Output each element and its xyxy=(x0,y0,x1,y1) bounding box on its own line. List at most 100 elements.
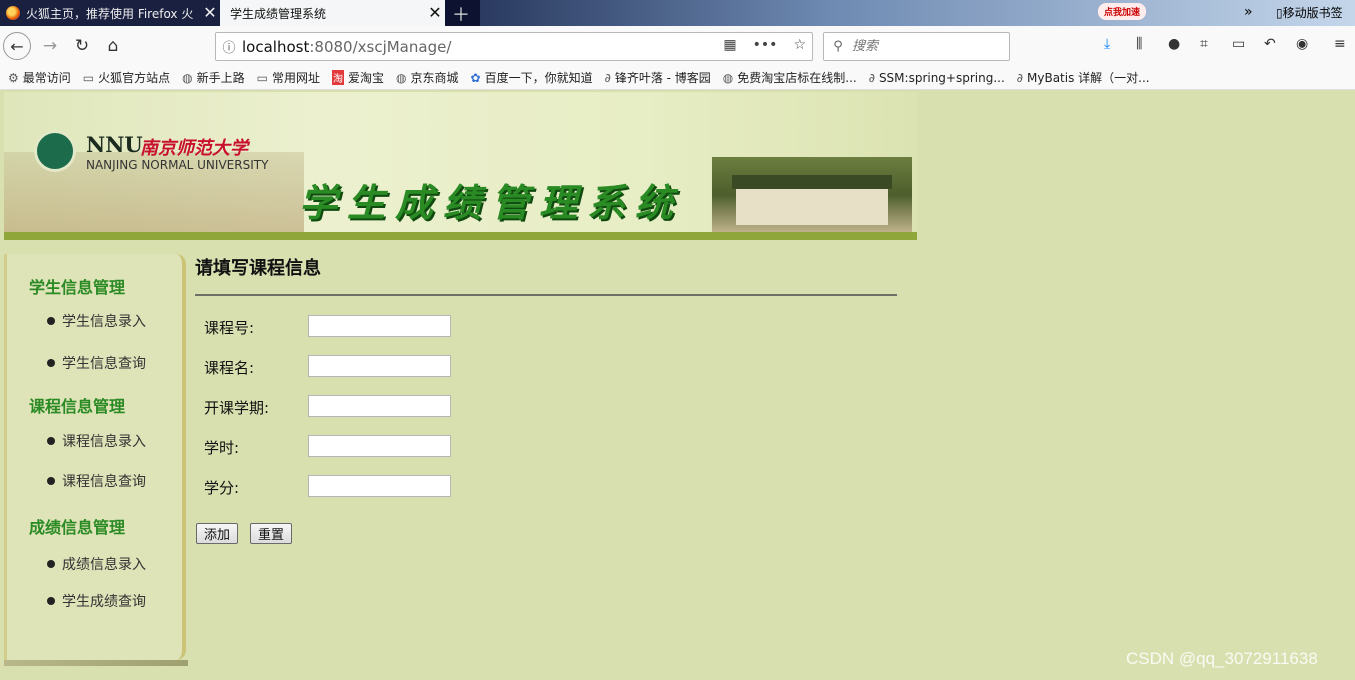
bookmark-item[interactable]: ∂ 锋齐叶落 - 博客园 xyxy=(605,69,711,86)
bookmark-label: 锋齐叶落 - 博客园 xyxy=(614,71,711,85)
download-icon[interactable]: ⤓ xyxy=(1104,36,1110,52)
course-name-input[interactable] xyxy=(308,355,451,377)
close-icon[interactable]: ✕ xyxy=(425,5,445,21)
building-roof xyxy=(732,175,892,189)
page-actions-icon[interactable]: ••• xyxy=(753,37,778,53)
tab-firefox-home[interactable]: 火狐主页，推荐使用 Firefox 火 ✕ xyxy=(0,0,220,26)
hours-input[interactable] xyxy=(308,435,451,457)
menu-icon[interactable]: ≡ xyxy=(1334,36,1346,52)
course-id-input[interactable] xyxy=(308,315,451,337)
bookmark-item[interactable]: 淘爱淘宝 xyxy=(332,69,384,86)
tab-active[interactable]: 学生成绩管理系统 ✕ xyxy=(220,0,445,26)
bookmark-item[interactable]: ⚙ 最常访问 xyxy=(8,69,71,86)
search-input[interactable] xyxy=(852,39,1002,54)
bookmark-label: SSM:spring+spring... xyxy=(878,70,1005,85)
globe-icon: ◍ xyxy=(722,70,734,85)
bookmark-label: 爱淘宝 xyxy=(348,71,385,85)
reload-button[interactable]: ↻ xyxy=(70,34,94,58)
bookmark-label: 常用网址 xyxy=(271,71,320,85)
sidebar-item-student-add[interactable]: 学生信息录入 xyxy=(47,311,146,331)
blog-icon: ∂ xyxy=(1016,70,1024,85)
sidebar-heading-course: 课程信息管理 xyxy=(29,397,126,416)
undo-icon[interactable]: ↶ xyxy=(1264,36,1276,52)
bookmark-star-icon[interactable]: ☆ xyxy=(793,37,806,53)
url-path: :8080/xscjManage/ xyxy=(309,37,452,56)
bookmark-item[interactable]: ▭ 火狐官方站点 xyxy=(83,69,170,86)
add-button[interactable]: 添加 xyxy=(196,523,239,544)
sidebar-item-label: 学生信息查询 xyxy=(62,356,146,372)
divider xyxy=(195,294,897,296)
course-form: 请填写课程信息 课程号: 课程名: 开课学期: 学时: 学分: 添加 重置 xyxy=(195,254,897,544)
reset-button[interactable]: 重置 xyxy=(250,523,293,544)
credits-input[interactable] xyxy=(308,475,451,497)
bookmark-item[interactable]: ◍ 新手上路 xyxy=(182,69,245,86)
search-bar[interactable]: ⚲ xyxy=(823,32,1010,61)
mobile-bookmarks-label: 移动版书签 xyxy=(1282,6,1343,20)
sidebar-item-course-add[interactable]: 课程信息录入 xyxy=(47,431,146,451)
blog-icon: ∂ xyxy=(868,70,875,85)
site-banner: NNU 南京师范大学 NANJING NORMAL UNIVERSITY 学生成… xyxy=(4,92,917,240)
university-seal-icon xyxy=(34,130,76,172)
navigation-bar: ← → ↻ ⌂ ⓘ localhost:8080/xscjManage/ ▦ •… xyxy=(0,26,1355,66)
bookmark-label: 火狐官方站点 xyxy=(98,71,171,85)
accelerator-badge[interactable]: 点我加速 xyxy=(1098,3,1147,20)
search-icon: ⚲ xyxy=(833,39,843,54)
library-icon[interactable]: ⫼ xyxy=(1136,36,1142,52)
taobao-icon: 淘 xyxy=(332,70,344,85)
logo-chinese: 南京师范大学 xyxy=(140,138,248,159)
watermark: CSDN @qq_3072911638 xyxy=(1126,649,1318,668)
bullet-icon xyxy=(47,437,55,445)
home-button[interactable]: ⌂ xyxy=(101,34,125,58)
close-icon[interactable]: ✕ xyxy=(200,5,220,21)
system-title: 学生成绩管理系统 xyxy=(299,180,684,225)
folder-icon: ▭ xyxy=(82,70,95,85)
mobile-bookmarks[interactable]: ▯移动版书签 xyxy=(1276,4,1343,21)
bullet-icon xyxy=(47,317,55,325)
hours-label: 学时: xyxy=(204,439,240,457)
address-bar[interactable]: ⓘ localhost:8080/xscjManage/ ▦ ••• ☆ xyxy=(215,32,813,61)
sidebar-item-score-query[interactable]: 学生成绩查询 xyxy=(47,591,146,611)
chat-icon[interactable]: ● xyxy=(1168,36,1180,52)
bookmark-label: 最常访问 xyxy=(22,71,71,85)
sidebar-item-course-query[interactable]: 课程信息查询 xyxy=(47,471,146,491)
tab-title: 火狐主页，推荐使用 Firefox 火 xyxy=(26,6,194,21)
course-name-label: 课程名: xyxy=(204,359,255,377)
sidebar-item-score-add[interactable]: 成绩信息录入 xyxy=(47,554,146,574)
bullet-icon xyxy=(47,477,55,485)
bookmark-item[interactable]: ▭ 常用网址 xyxy=(257,69,320,86)
bullet-icon xyxy=(47,597,55,605)
sidebar-item-label: 成绩信息录入 xyxy=(62,557,146,573)
blog-icon: ∂ xyxy=(604,70,611,85)
logo-abbr: NNU xyxy=(86,132,143,157)
account-icon[interactable]: ◉ xyxy=(1296,36,1308,52)
chevron-right-icon[interactable]: » xyxy=(1244,4,1253,20)
credits-label: 学分: xyxy=(204,479,240,497)
sidebar-heading-student: 学生信息管理 xyxy=(29,278,126,297)
bookmark-item[interactable]: ◍ 京东商城 xyxy=(396,69,459,86)
bookmark-item[interactable]: ◍ 免费淘宝店标在线制... xyxy=(723,69,857,86)
bookmark-item[interactable]: ✿ 百度一下，你就知道 xyxy=(471,69,593,86)
firefox-icon xyxy=(6,6,20,20)
bookmark-label: 百度一下，你就知道 xyxy=(484,71,593,85)
bookmark-label: 新手上路 xyxy=(196,71,245,85)
bookmark-item[interactable]: ∂ SSM:spring+spring... xyxy=(869,71,1005,85)
course-id-label: 课程号: xyxy=(204,319,255,337)
qr-code-icon[interactable]: ▦ xyxy=(723,37,736,53)
screenshot-icon[interactable]: ⌗ xyxy=(1200,36,1208,52)
bullet-icon xyxy=(47,560,55,568)
bookmark-item[interactable]: ∂ MyBatis 详解（一对... xyxy=(1017,69,1150,86)
gear-icon: ⚙ xyxy=(8,70,19,85)
new-tab-button[interactable]: ＋ xyxy=(452,1,470,27)
sidebar-heading-score: 成绩信息管理 xyxy=(29,518,126,537)
sidebar-icon[interactable]: ▭ xyxy=(1232,36,1245,52)
bullet-icon xyxy=(47,359,55,367)
semester-input[interactable] xyxy=(308,395,451,417)
globe-icon: ◍ xyxy=(396,70,407,85)
bookmark-label: 免费淘宝店标在线制... xyxy=(737,71,857,85)
sidebar-item-student-query[interactable]: 学生信息查询 xyxy=(47,353,146,373)
back-button[interactable]: ← xyxy=(3,32,31,60)
forward-button[interactable]: → xyxy=(38,34,62,58)
bookmark-label: 京东商城 xyxy=(410,71,459,85)
logo-english: NANJING NORMAL UNIVERSITY xyxy=(86,158,269,172)
info-icon[interactable]: ⓘ xyxy=(216,37,242,56)
